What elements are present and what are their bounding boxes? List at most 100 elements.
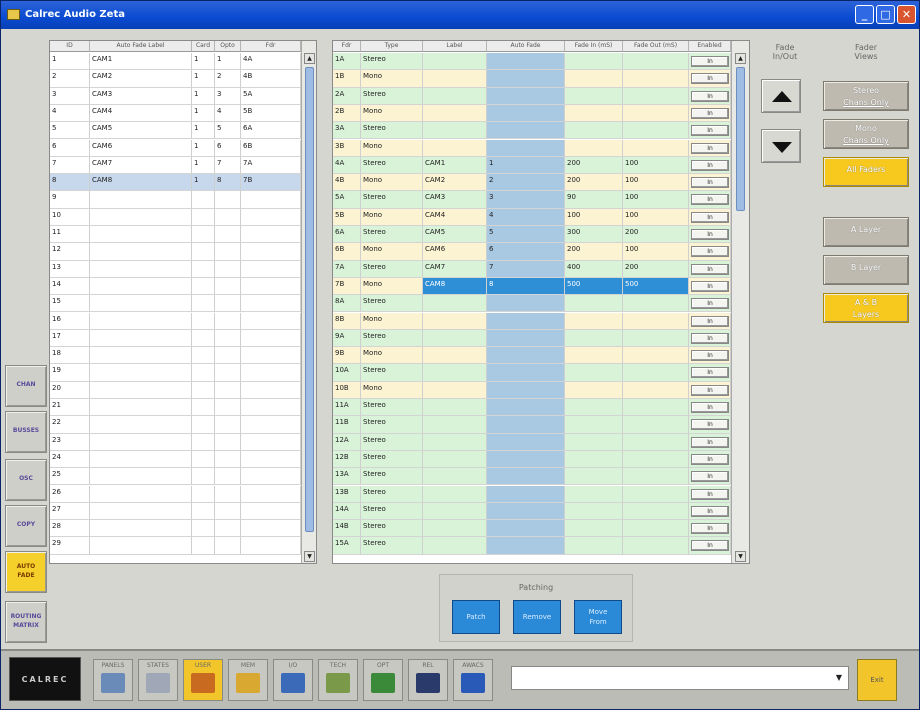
table-cell[interactable]: CAM7 bbox=[90, 156, 192, 175]
table-cell[interactable]: 1 bbox=[192, 174, 215, 192]
table-cell[interactable]: Stereo bbox=[361, 260, 423, 278]
table-cell[interactable]: 2 bbox=[50, 70, 90, 88]
all-faders-button[interactable]: All Faders bbox=[823, 157, 909, 187]
table-cell[interactable]: 14 bbox=[50, 277, 90, 296]
table-cell[interactable]: 10A bbox=[333, 364, 361, 382]
table-cell[interactable] bbox=[565, 139, 623, 157]
close-button[interactable]: ✕ bbox=[897, 5, 916, 24]
table-cell[interactable]: 22 bbox=[50, 416, 90, 434]
table-cell[interactable]: 7A bbox=[333, 260, 361, 278]
table-cell[interactable] bbox=[241, 537, 301, 555]
table-cell[interactable]: CAM7 bbox=[423, 260, 487, 278]
table-cell[interactable] bbox=[215, 243, 241, 261]
table-cell[interactable]: 13B bbox=[333, 485, 361, 503]
enabled-in-button[interactable]: In bbox=[691, 194, 729, 206]
table-cell[interactable]: 100 bbox=[623, 243, 689, 261]
table-cell[interactable]: 200 bbox=[565, 174, 623, 192]
exit-button[interactable]: Exit bbox=[857, 659, 897, 701]
table-cell[interactable] bbox=[487, 468, 565, 486]
table-cell[interactable]: 6 bbox=[50, 139, 90, 157]
table-cell[interactable]: 18 bbox=[50, 347, 90, 365]
table-cell[interactable]: 100 bbox=[623, 174, 689, 192]
table-cell[interactable]: 19 bbox=[50, 364, 90, 382]
table-cell[interactable]: 17 bbox=[50, 329, 90, 348]
table-cell[interactable] bbox=[215, 450, 241, 469]
table-cell[interactable]: 8 bbox=[50, 174, 90, 192]
table-cell[interactable]: 3A bbox=[333, 122, 361, 140]
table-cell[interactable] bbox=[423, 364, 487, 382]
ab-layers-button[interactable]: A & B Layers bbox=[823, 293, 909, 323]
table-cell[interactable] bbox=[192, 416, 215, 434]
table-cell[interactable]: 200 bbox=[565, 156, 623, 175]
table-cell[interactable] bbox=[423, 87, 487, 105]
table-cell[interactable]: 6A bbox=[241, 122, 301, 140]
table-cell[interactable] bbox=[90, 226, 192, 244]
table-cell[interactable] bbox=[487, 104, 565, 123]
table-cell[interactable]: 4A bbox=[333, 156, 361, 175]
table-cell[interactable] bbox=[90, 277, 192, 296]
table-cell[interactable] bbox=[487, 347, 565, 365]
table-cell[interactable] bbox=[423, 347, 487, 365]
table-cell[interactable]: 14A bbox=[333, 502, 361, 521]
table-cell[interactable] bbox=[487, 399, 565, 417]
table-cell[interactable]: 9 bbox=[50, 191, 90, 209]
table-cell[interactable] bbox=[487, 295, 565, 313]
table-cell[interactable]: Stereo bbox=[361, 537, 423, 555]
table-cell[interactable]: 3 bbox=[50, 87, 90, 105]
table-cell[interactable]: 3 bbox=[215, 87, 241, 105]
table-cell[interactable]: Mono bbox=[361, 347, 423, 365]
enabled-in-button[interactable]: In bbox=[691, 90, 729, 102]
table-cell[interactable] bbox=[565, 502, 623, 521]
table-cell[interactable] bbox=[192, 312, 215, 330]
table-cell[interactable] bbox=[215, 260, 241, 278]
table-cell[interactable]: 2 bbox=[215, 70, 241, 88]
table-cell[interactable]: Stereo bbox=[361, 226, 423, 244]
table-cell[interactable] bbox=[192, 191, 215, 209]
table-cell[interactable]: Stereo bbox=[361, 468, 423, 486]
table-cell[interactable]: 2A bbox=[333, 87, 361, 105]
table-cell[interactable] bbox=[487, 312, 565, 330]
table-cell[interactable] bbox=[487, 122, 565, 140]
table-cell[interactable] bbox=[241, 416, 301, 434]
table-cell[interactable] bbox=[487, 53, 565, 71]
table-cell[interactable] bbox=[241, 277, 301, 296]
table-cell[interactable]: CAM5 bbox=[423, 226, 487, 244]
table-cell[interactable]: 9A bbox=[333, 329, 361, 348]
table-cell[interactable] bbox=[241, 399, 301, 417]
table-cell[interactable]: 24 bbox=[50, 450, 90, 469]
table-cell[interactable]: 5A bbox=[241, 87, 301, 105]
table-cell[interactable]: Stereo bbox=[361, 433, 423, 451]
table-cell[interactable] bbox=[241, 329, 301, 348]
table-cell[interactable]: 200 bbox=[623, 226, 689, 244]
table-cell[interactable] bbox=[423, 122, 487, 140]
table-cell[interactable] bbox=[215, 226, 241, 244]
table-cell[interactable] bbox=[90, 520, 192, 538]
table-cell[interactable] bbox=[90, 450, 192, 469]
table-cell[interactable] bbox=[241, 260, 301, 278]
bottom-button-states[interactable]: STATES bbox=[138, 659, 178, 701]
enabled-in-button[interactable]: In bbox=[691, 229, 729, 240]
table-cell[interactable] bbox=[487, 433, 565, 451]
table-cell[interactable]: 7 bbox=[487, 260, 565, 278]
table-cell[interactable] bbox=[623, 347, 689, 365]
bottom-button-panels[interactable]: PANELS bbox=[93, 659, 133, 701]
table-cell[interactable]: 1 bbox=[192, 139, 215, 157]
table-cell[interactable]: 4 bbox=[50, 104, 90, 123]
table-cell[interactable]: 7A bbox=[241, 156, 301, 175]
table-cell[interactable] bbox=[423, 381, 487, 399]
table-cell[interactable] bbox=[215, 537, 241, 555]
table-cell[interactable]: 100 bbox=[623, 208, 689, 226]
bottom-button-io[interactable]: I/O bbox=[273, 659, 313, 701]
table-cell[interactable] bbox=[192, 243, 215, 261]
table-cell[interactable]: 100 bbox=[623, 156, 689, 175]
table-cell[interactable] bbox=[90, 399, 192, 417]
table-cell[interactable] bbox=[487, 520, 565, 538]
table-cell[interactable]: CAM3 bbox=[423, 191, 487, 209]
table-cell[interactable]: 14B bbox=[333, 520, 361, 538]
move-from-button[interactable]: Move From bbox=[574, 600, 622, 634]
table-cell[interactable]: 1 bbox=[192, 53, 215, 71]
table-cell[interactable] bbox=[90, 537, 192, 555]
table-cell[interactable] bbox=[565, 468, 623, 486]
table-cell[interactable]: Stereo bbox=[361, 399, 423, 417]
stereo-chans-only-button[interactable]: Stereo Chans Only bbox=[823, 81, 909, 111]
